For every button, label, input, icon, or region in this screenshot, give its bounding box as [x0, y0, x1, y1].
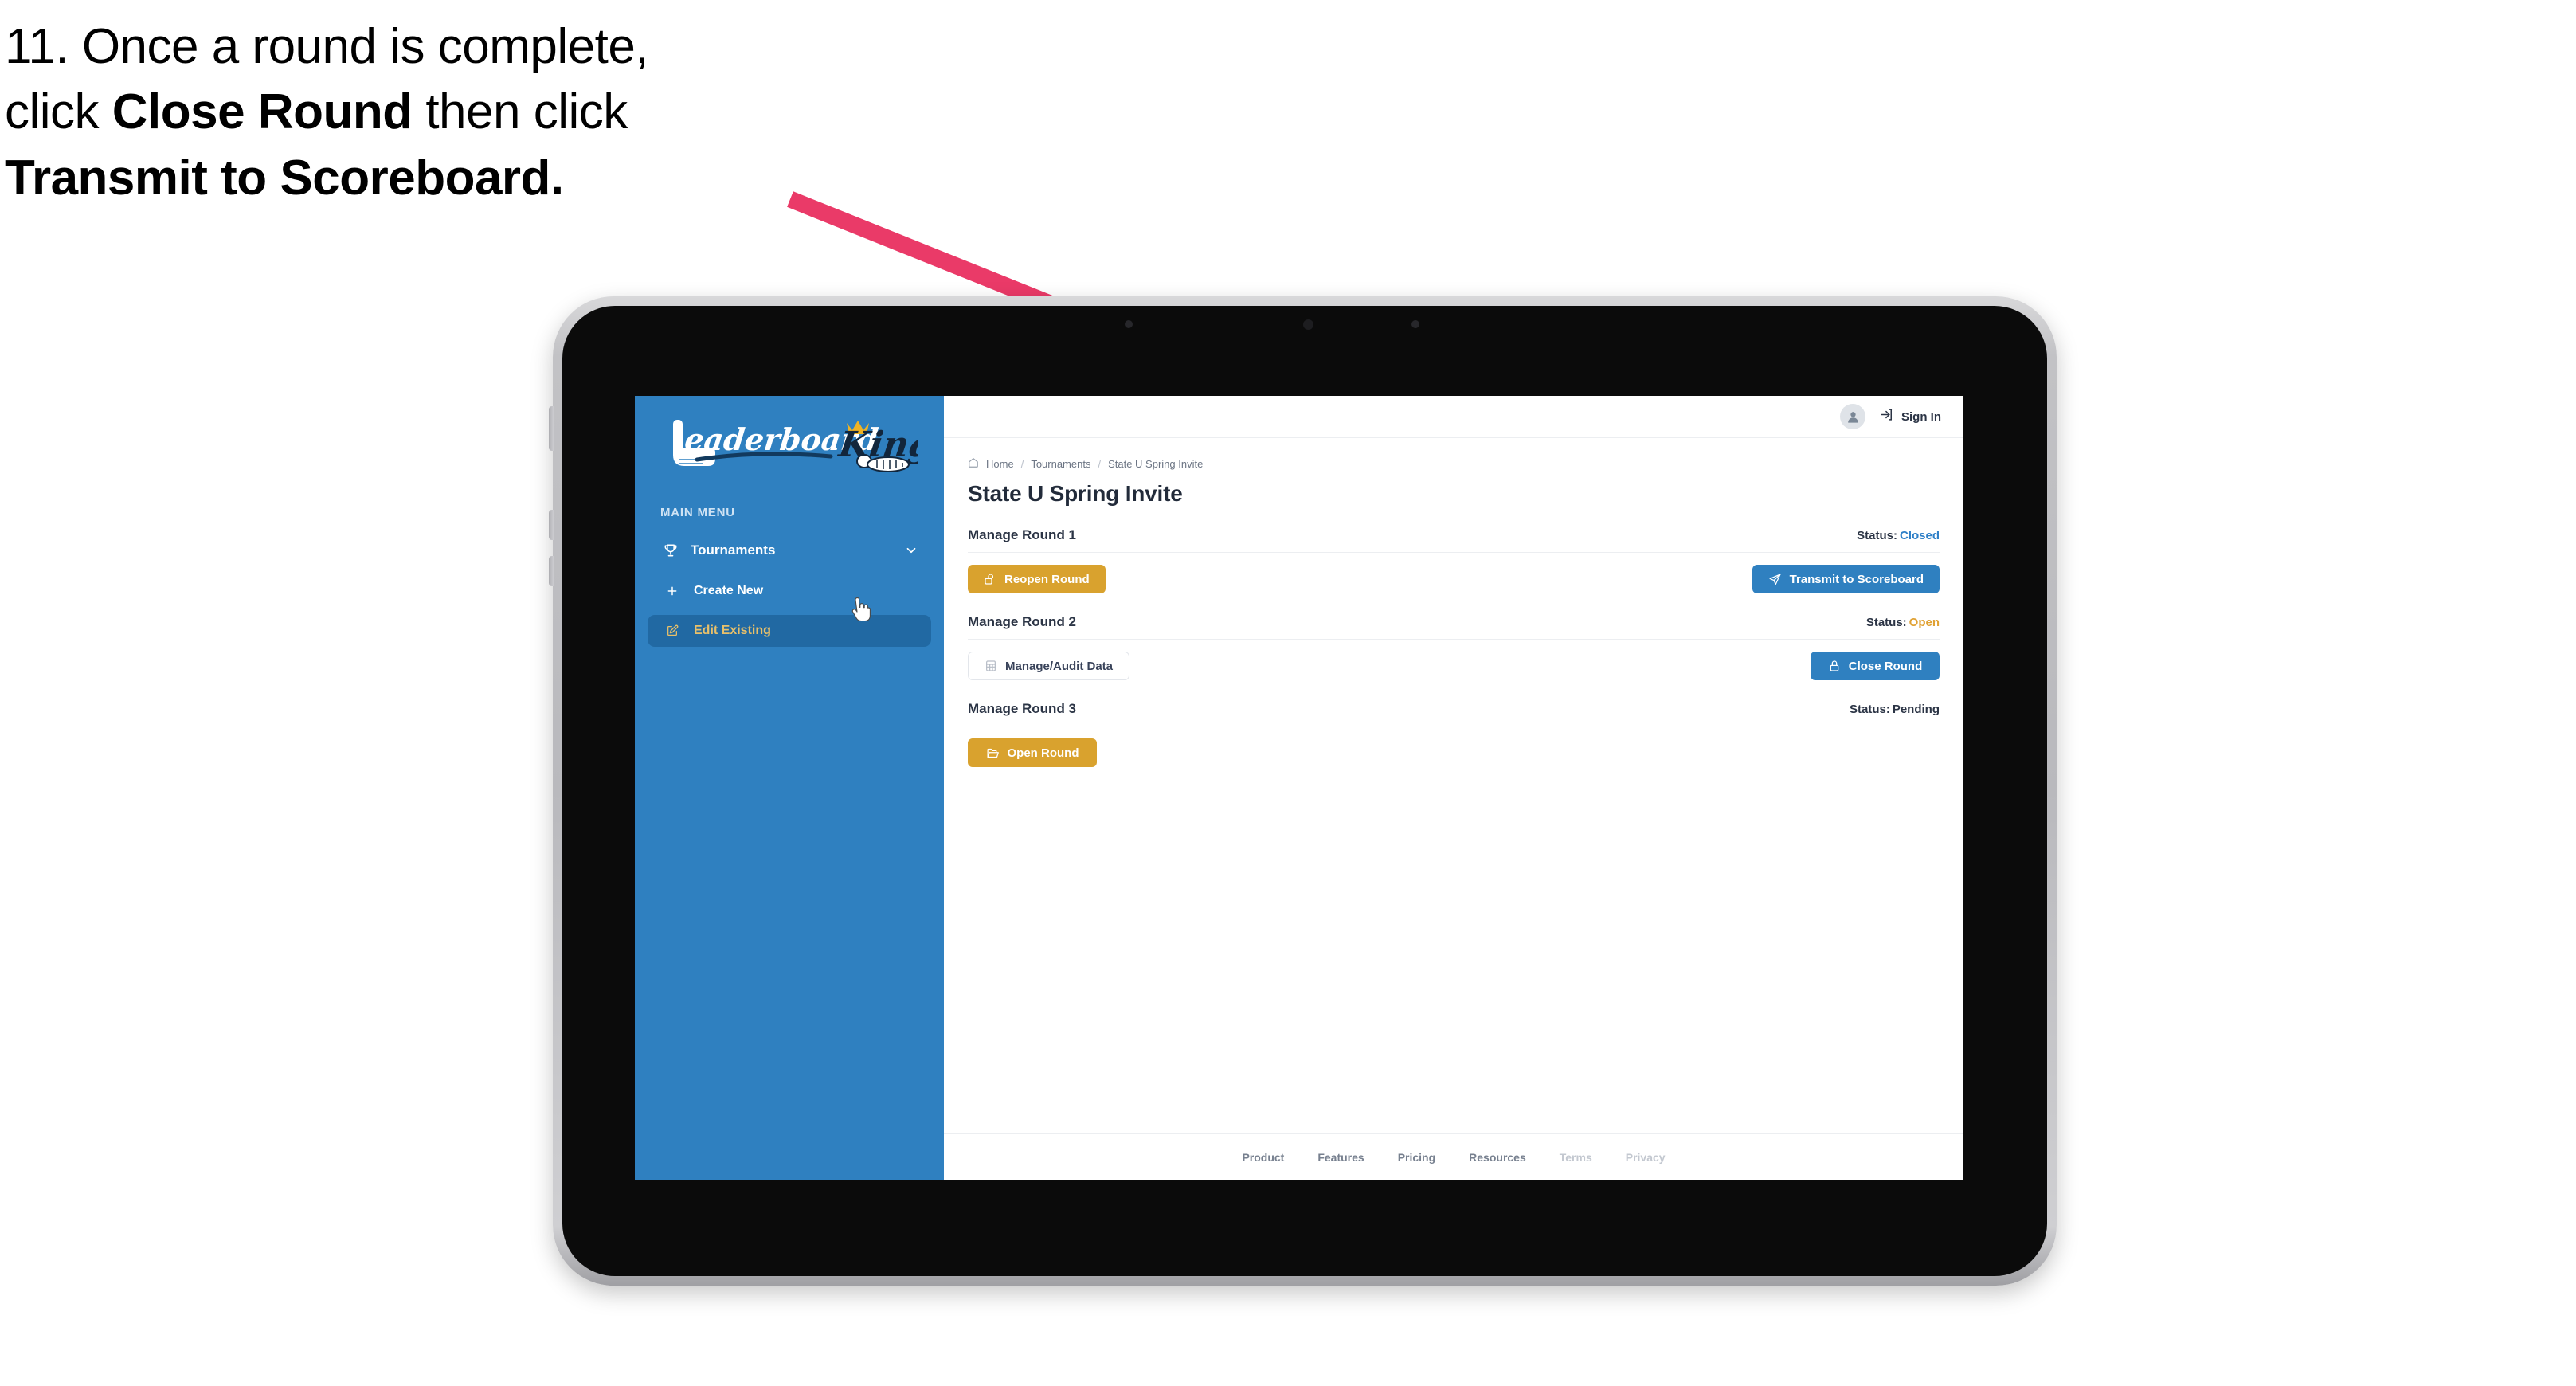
- transmit-to-scoreboard-button[interactable]: Transmit to Scoreboard: [1752, 565, 1940, 593]
- tablet-speaker-dot: [1125, 320, 1133, 328]
- topbar: Sign In: [944, 396, 1963, 438]
- close-round-button[interactable]: Close Round: [1811, 652, 1940, 680]
- caption-line-1: 11. Once a round is complete,: [5, 19, 649, 74]
- edit-pencil-icon: [664, 624, 681, 637]
- content-area: Home / Tournaments / State U Spring Invi…: [944, 438, 1963, 1133]
- lock-icon: [1828, 660, 1841, 672]
- sidebar-item-edit-existing-label: Edit Existing: [694, 624, 771, 637]
- sidebar-item-tournaments[interactable]: Tournaments: [651, 534, 928, 567]
- sign-in-label: Sign In: [1901, 409, 1941, 424]
- round-actions: Manage/Audit Data Close Round: [968, 652, 1940, 680]
- sidebar-item-create-new[interactable]: Create New: [648, 575, 931, 607]
- open-round-label: Open Round: [1007, 746, 1079, 760]
- caption-line-3: Transmit to Scoreboard.: [5, 146, 849, 211]
- round-block-2: Manage Round 2 Status: Open Manage/Audit…: [968, 614, 1940, 680]
- chevron-down-icon[interactable]: [904, 543, 918, 558]
- status-value: Closed: [1899, 529, 1940, 542]
- status-label: Status:: [1857, 529, 1897, 542]
- open-folder-icon: [986, 746, 1000, 760]
- app-viewport: eaderboard King MAIN MENU Tournaments Cr…: [635, 396, 1963, 1180]
- round-header: Manage Round 3 Status: Pending: [968, 701, 1940, 726]
- round-actions: Open Round: [968, 738, 1940, 767]
- footer-link-privacy[interactable]: Privacy: [1626, 1151, 1666, 1164]
- breadcrumb-item-home[interactable]: Home: [986, 458, 1014, 470]
- caption-line-3-bold: Transmit to Scoreboard.: [5, 150, 564, 206]
- login-arrow-icon: [1880, 407, 1895, 426]
- mouse-pointer-hand-cursor: [851, 597, 871, 622]
- breadcrumb-item-tournaments[interactable]: Tournaments: [1031, 458, 1090, 470]
- round-header: Manage Round 2 Status: Open: [968, 614, 1940, 640]
- caption-line-2-prefix: click: [5, 84, 112, 140]
- round-title: Manage Round 2: [968, 614, 1077, 629]
- sidebar-item-create-new-label: Create New: [694, 584, 764, 597]
- status-value: Open: [1909, 616, 1940, 629]
- footer-link-resources[interactable]: Resources: [1469, 1151, 1526, 1164]
- round-block-1: Manage Round 1 Status: Closed Reopen Rou…: [968, 527, 1940, 593]
- sidebar-item-edit-existing[interactable]: Edit Existing: [648, 615, 931, 647]
- table-grid-icon: [985, 660, 997, 672]
- user-avatar-icon: [1847, 411, 1858, 423]
- sidebar-item-tournaments-label: Tournaments: [691, 542, 776, 558]
- status-badge: Status: Pending: [1850, 703, 1940, 716]
- plus-icon: [664, 585, 681, 597]
- instruction-caption: 11. Once a round is complete, click Clos…: [5, 14, 849, 211]
- app-logo[interactable]: eaderboard King: [635, 396, 944, 491]
- manage-audit-data-label: Manage/Audit Data: [1005, 659, 1114, 673]
- status-badge: Status: Open: [1866, 616, 1940, 629]
- trophy-icon: [660, 542, 681, 558]
- sidebar-section-label: MAIN MENU: [660, 506, 735, 519]
- caption-line-2-suffix: then click: [412, 84, 628, 140]
- sidebar: eaderboard King MAIN MENU Tournaments Cr…: [635, 396, 944, 1180]
- transmit-to-scoreboard-label: Transmit to Scoreboard: [1789, 572, 1924, 586]
- open-round-button[interactable]: Open Round: [968, 738, 1097, 767]
- avatar[interactable]: [1840, 404, 1865, 429]
- round-title: Manage Round 3: [968, 701, 1077, 716]
- paper-plane-icon: [1768, 573, 1782, 586]
- breadcrumb-item-current: State U Spring Invite: [1108, 458, 1204, 470]
- tablet-volume-up-button[interactable]: [549, 510, 554, 540]
- status-badge: Status: Closed: [1857, 529, 1940, 542]
- breadcrumb: Home / Tournaments / State U Spring Invi…: [968, 457, 1940, 471]
- footer: Product Features Pricing Resources Terms…: [944, 1133, 1963, 1180]
- leaderboard-king-logo-icon: eaderboard King: [673, 420, 918, 472]
- round-title: Manage Round 1: [968, 527, 1077, 542]
- reopen-round-button[interactable]: Reopen Round: [968, 565, 1106, 593]
- tablet-speaker-dot: [1411, 320, 1419, 328]
- tablet-volume-down-button[interactable]: [549, 556, 554, 586]
- page-title: State U Spring Invite: [968, 481, 1183, 506]
- unlock-icon: [984, 573, 996, 585]
- breadcrumb-separator: /: [1098, 458, 1102, 470]
- home-icon[interactable]: [968, 457, 979, 471]
- footer-link-features[interactable]: Features: [1317, 1151, 1364, 1164]
- breadcrumb-separator: /: [1020, 458, 1024, 470]
- manage-audit-data-button[interactable]: Manage/Audit Data: [968, 652, 1130, 680]
- footer-link-product[interactable]: Product: [1242, 1151, 1284, 1164]
- round-actions: Reopen Round Transmit to Scoreboard: [968, 565, 1940, 593]
- caption-line-2: click Close Round then click: [5, 80, 849, 145]
- sign-in-button[interactable]: Sign In: [1880, 407, 1941, 426]
- status-label: Status:: [1865, 616, 1907, 629]
- tablet-camera-icon: [1303, 319, 1313, 330]
- status-value: Pending: [1892, 703, 1940, 716]
- status-label: Status:: [1849, 703, 1890, 716]
- round-block-3: Manage Round 3 Status: Pending Open Roun…: [968, 701, 1940, 767]
- footer-link-pricing[interactable]: Pricing: [1398, 1151, 1435, 1164]
- tablet-power-button[interactable]: [549, 406, 554, 451]
- round-header: Manage Round 1 Status: Closed: [968, 527, 1940, 553]
- caption-line-2-bold: Close Round: [112, 84, 413, 140]
- reopen-round-label: Reopen Round: [1004, 572, 1090, 586]
- close-round-label: Close Round: [1848, 659, 1923, 673]
- main-panel: Sign In Home / Tournaments / State U Spr…: [944, 396, 1963, 1180]
- footer-link-terms[interactable]: Terms: [1560, 1151, 1592, 1164]
